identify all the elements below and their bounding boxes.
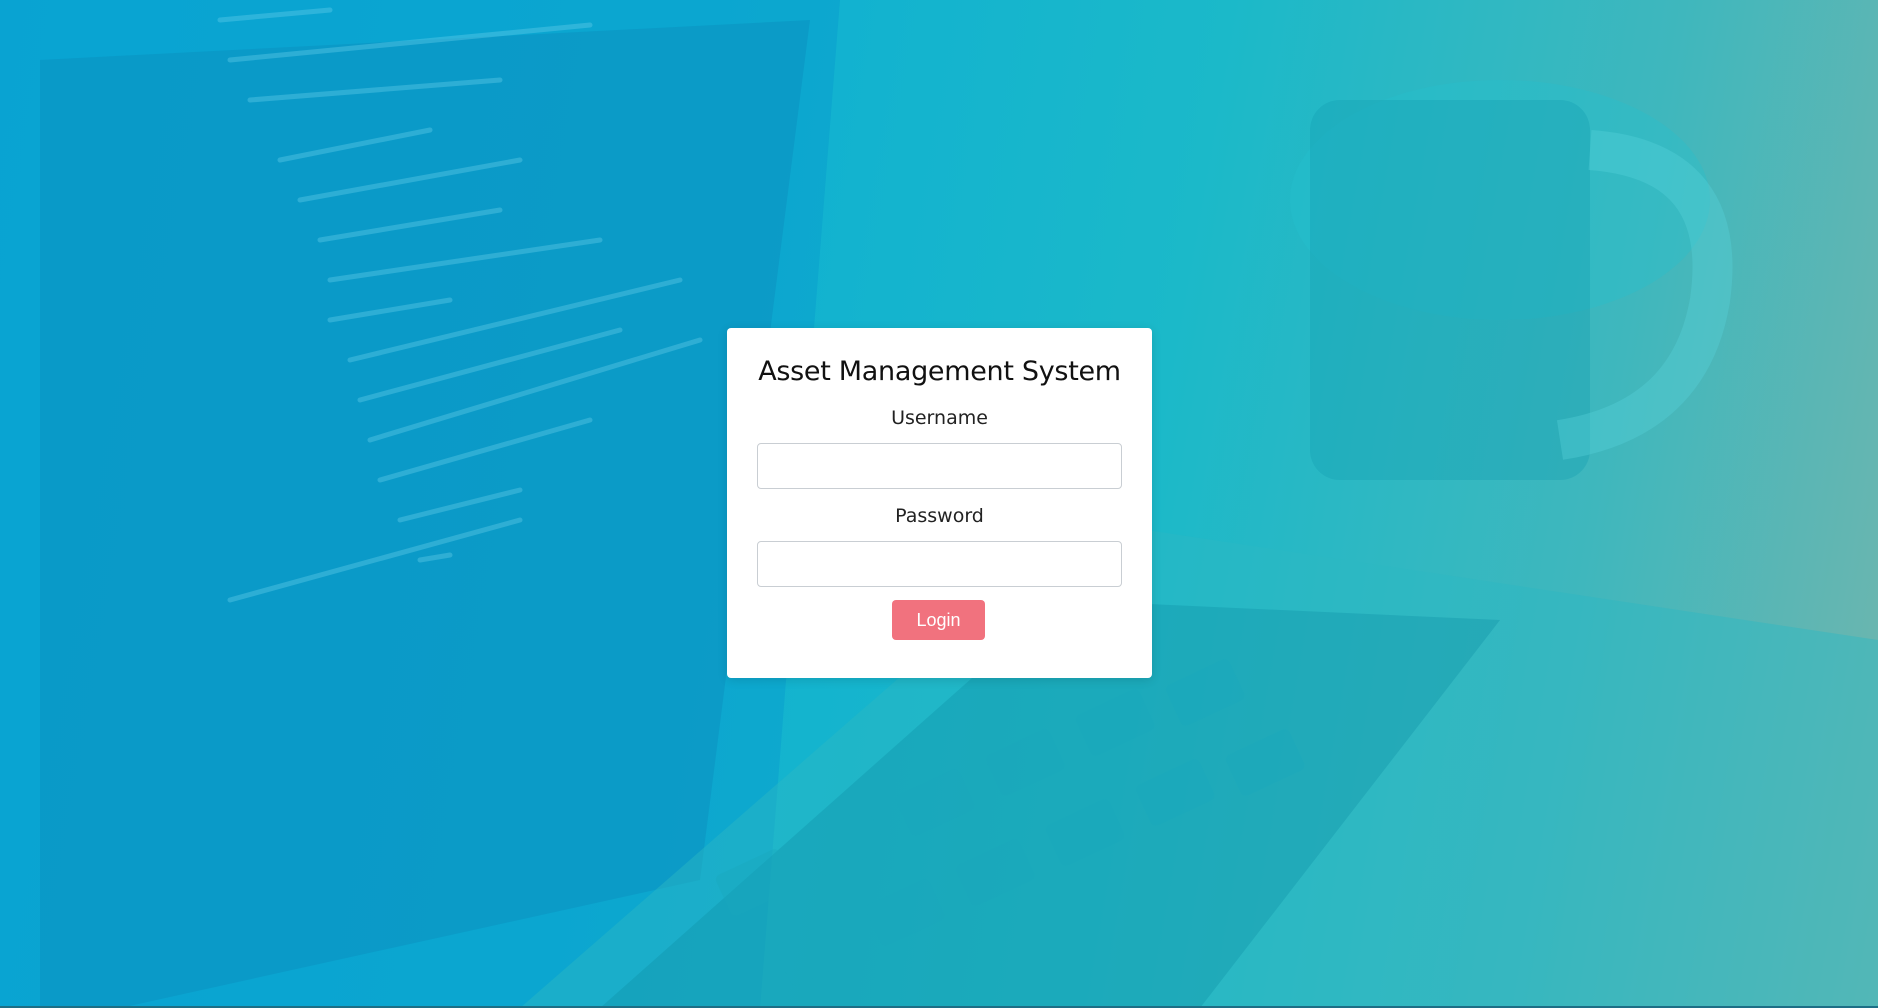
password-input[interactable] xyxy=(757,541,1122,587)
username-input[interactable] xyxy=(757,443,1122,489)
password-label: Password xyxy=(895,505,984,527)
login-page: Asset Management System Username Passwor… xyxy=(0,0,1878,1008)
username-label: Username xyxy=(891,407,988,429)
login-card: Asset Management System Username Passwor… xyxy=(727,328,1152,678)
login-button[interactable]: Login xyxy=(892,600,985,640)
page-title: Asset Management System xyxy=(758,356,1121,387)
